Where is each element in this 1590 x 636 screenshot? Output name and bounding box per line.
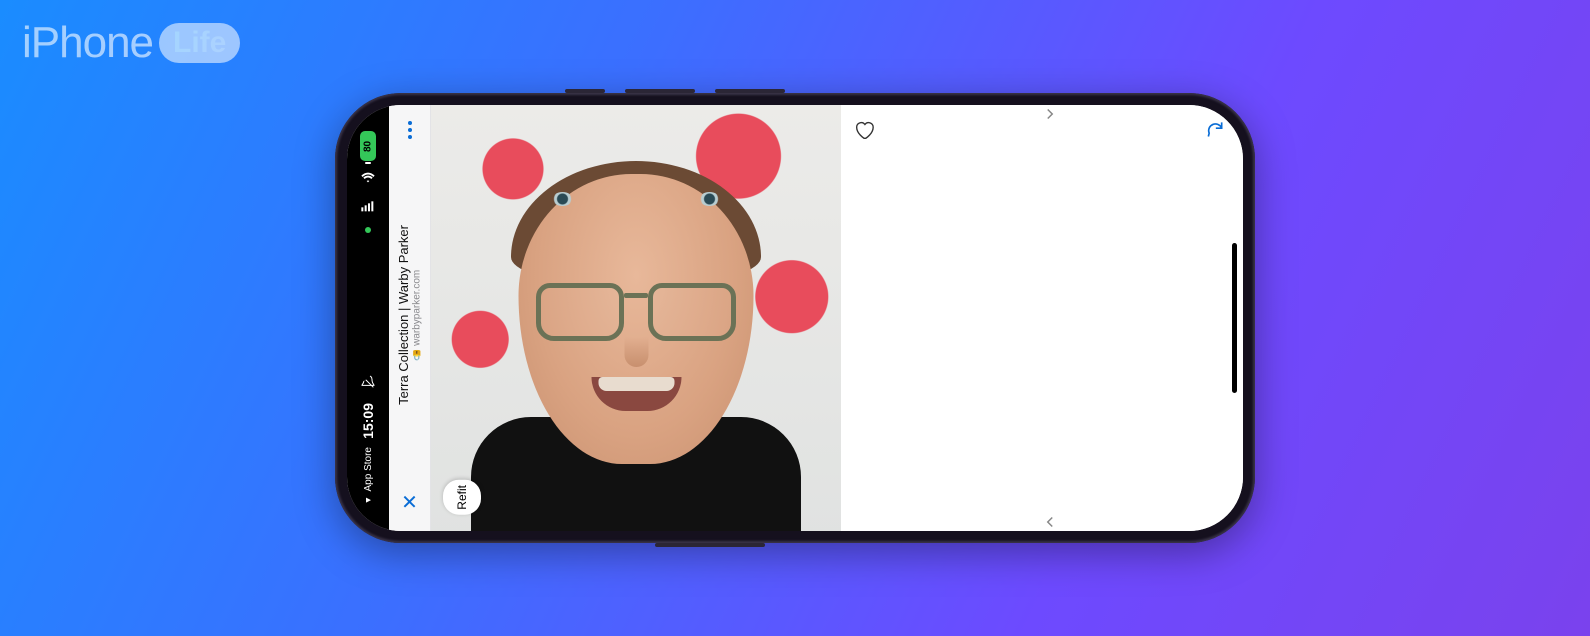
watermark-iphone-text: iPhone [22,18,153,68]
browser-chrome: Terra Collection | Warby Parker 🔒 warbyp… [389,105,431,531]
phone-notch [347,253,375,383]
camera-active-dot [365,227,371,233]
phone-volume-up-button [625,89,695,93]
page-domain: 🔒 warbyparker.com [411,225,422,405]
status-left-cluster: 15:09 ◂ App Store [347,374,389,505]
close-button[interactable]: ✕ [401,490,418,515]
home-indicator[interactable] [1232,243,1237,393]
wifi-icon [360,169,376,190]
phone-side-button [565,89,605,93]
prev-product-button[interactable] [1041,513,1059,531]
carousel-nav [849,105,1243,531]
phone-volume-down-button [715,89,785,93]
watermark-life-pill: Life [159,23,240,63]
next-product-button[interactable] [1041,105,1059,123]
product-panel: View full details › ＋Try at home Buy fro… [841,105,1243,531]
ar-glasses-overlay [536,283,736,345]
address-bar[interactable]: Terra Collection | Warby Parker 🔒 warbyp… [397,225,422,405]
phone-power-button [655,543,765,547]
status-time: 15:09 [360,403,376,439]
phone-frame: 80 15:09 ◂ App Store Terra Collection | … [335,93,1255,543]
battery-indicator: 80 [360,131,376,161]
phone-screen: 80 15:09 ◂ App Store Terra Collection | … [347,105,1243,531]
refit-button[interactable]: Refit [443,480,481,515]
cellular-signal-icon [360,198,376,219]
status-bar: 80 15:09 ◂ App Store [347,105,389,531]
status-right-cluster: 80 [347,131,389,233]
more-options-button[interactable] [408,121,412,139]
user-face-tryon [491,147,781,507]
ar-tryon-camera-view[interactable]: Refit [431,105,841,531]
page-title: Terra Collection | Warby Parker [397,225,411,405]
back-to-app-link[interactable]: ◂ App Store [363,447,374,505]
watermark-logo: iPhone Life [22,18,240,68]
page-content: Refit View full details › ＋Try at ho [431,105,1243,531]
